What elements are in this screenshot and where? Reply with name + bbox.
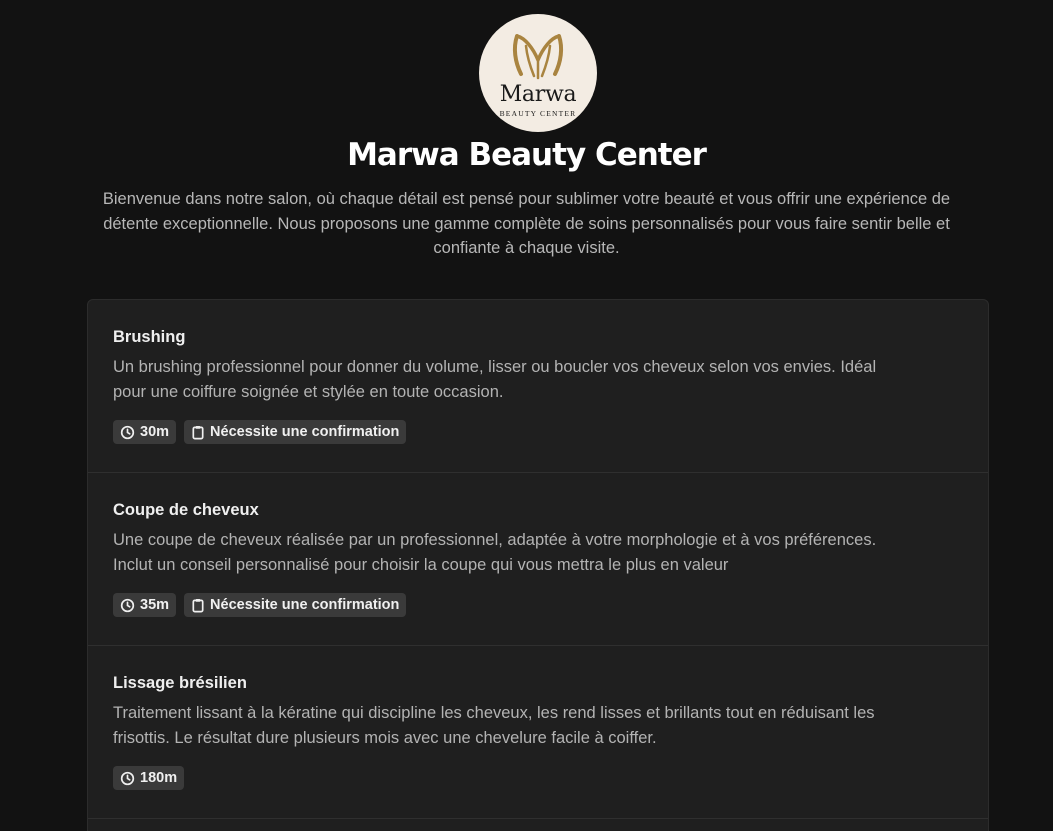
salon-logo: Marwa BEAUTY CENTER (479, 14, 597, 132)
clock-icon (120, 771, 135, 785)
service-item-brushing[interactable]: Brushing Un brushing professionnel pour … (88, 300, 988, 473)
duration-badge: 35m (113, 593, 177, 617)
service-tags: 180m (113, 766, 185, 790)
logo-wordmark: Marwa (499, 82, 577, 107)
service-description: Une coupe de cheveux réalisée par un pro… (113, 531, 877, 574)
logo-tagline: BEAUTY CENTER (499, 109, 577, 118)
service-name: Lissage brésilien (113, 674, 247, 692)
service-name: Coupe de cheveux (113, 501, 259, 519)
booking-page: Marwa BEAUTY CENTER Marwa Beauty Center … (0, 0, 1053, 831)
confirmation-badge: Nécessite une confirmation (184, 593, 407, 617)
service-description: Un brushing professionnel pour donner du… (113, 358, 877, 401)
service-tags: 30m Nécessite une confirmation (113, 420, 407, 444)
confirmation-label: Nécessite une confirmation (210, 597, 400, 613)
service-description: Traitement lissant à la kératine qui dis… (113, 704, 875, 747)
duration-label: 35m (140, 597, 170, 613)
duration-badge: 30m (113, 420, 177, 444)
clock-icon (120, 425, 135, 439)
clipboard-icon (192, 598, 204, 612)
confirmation-label: Nécessite une confirmation (210, 424, 400, 440)
duration-badge: 180m (113, 766, 185, 790)
confirmation-badge: Nécessite une confirmation (184, 420, 407, 444)
page-title: Marwa Beauty Center (347, 137, 707, 173)
duration-label: 30m (140, 424, 170, 440)
clock-icon (120, 598, 135, 612)
service-item-coupe[interactable]: Coupe de cheveux Une coupe de cheveux ré… (88, 473, 988, 646)
intro-text: Bienvenue dans notre salon, où chaque dé… (102, 190, 951, 257)
service-tags: 35m Nécessite une confirmation (113, 593, 407, 617)
duration-label: 180m (140, 770, 178, 786)
service-name: Brushing (113, 328, 186, 346)
services-list: Brushing Un brushing professionnel pour … (87, 299, 989, 831)
clipboard-icon (192, 425, 204, 439)
service-item-lissage[interactable]: Lissage brésilien Traitement lissant à l… (88, 646, 988, 819)
